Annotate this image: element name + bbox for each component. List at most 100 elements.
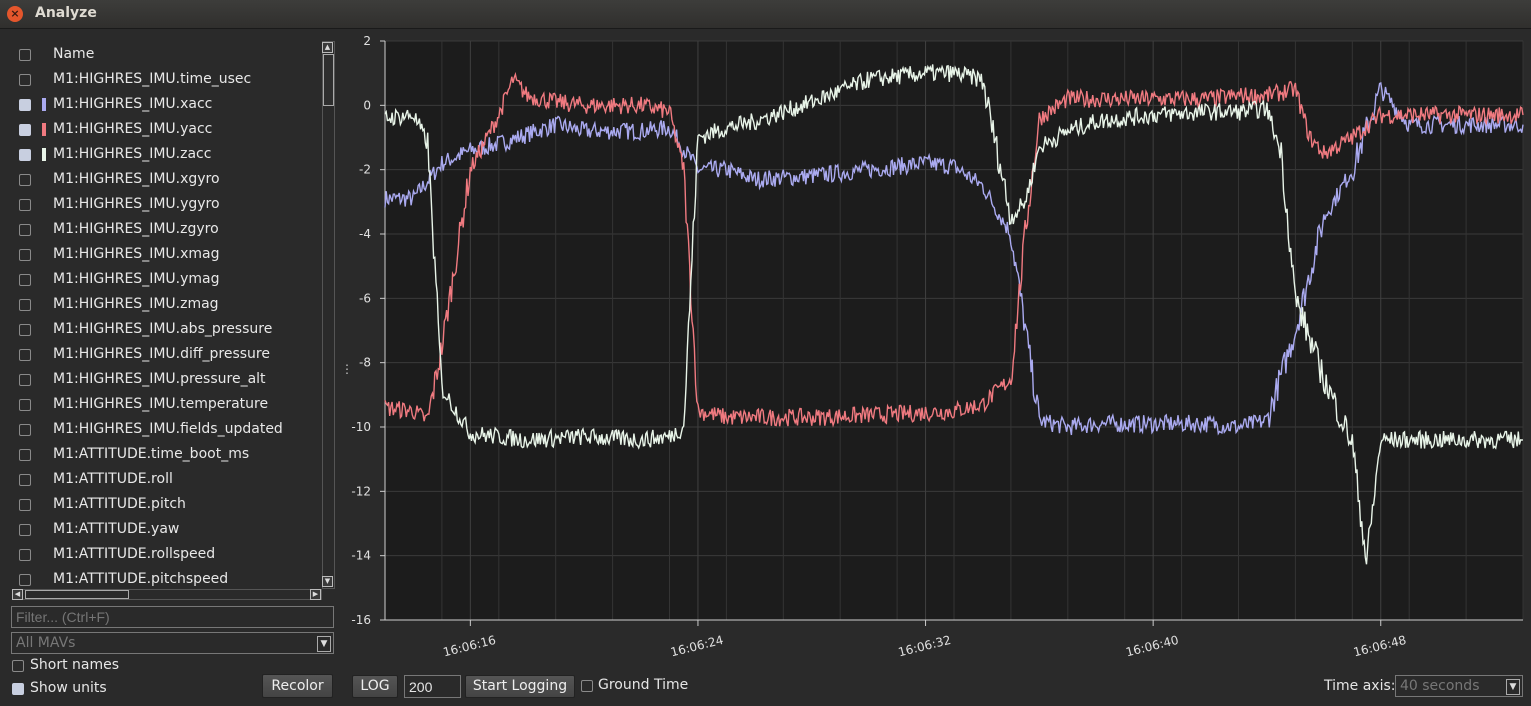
vertical-scroll-thumb[interactable] xyxy=(323,54,334,106)
splitter-handle-icon[interactable]: ⋮ xyxy=(341,362,353,376)
ground-time-label: Ground Time xyxy=(598,677,689,693)
series-checkbox[interactable] xyxy=(19,224,31,236)
start-logging-button[interactable]: Start Logging xyxy=(465,675,575,698)
close-icon[interactable]: × xyxy=(7,6,23,22)
y-tick-label: -16 xyxy=(351,613,371,627)
scroll-up-icon[interactable]: ▲ xyxy=(322,42,333,53)
scroll-down-icon[interactable]: ▼ xyxy=(322,576,333,587)
log-button[interactable]: LOG xyxy=(352,675,398,698)
series-name: M1:HIGHRES_IMU.ygyro xyxy=(53,196,220,212)
series-name: M1:HIGHRES_IMU.xgyro xyxy=(53,171,220,187)
x-tick-label: 16:06:32 xyxy=(897,633,953,660)
list-item[interactable]: M1:HIGHRES_IMU.abs_pressure xyxy=(11,317,321,342)
series-name: M1:HIGHRES_IMU.zmag xyxy=(53,296,219,312)
series-name: M1:ATTITUDE.pitch xyxy=(53,496,186,512)
list-item[interactable]: M1:HIGHRES_IMU.zmag xyxy=(11,292,321,317)
series-checkbox[interactable] xyxy=(19,174,31,186)
variable-list: Name M1:HIGHRES_IMU.time_usec M1:HIGHRES_… xyxy=(11,42,321,614)
y-tick-label: -6 xyxy=(359,291,371,305)
list-item[interactable]: M1:HIGHRES_IMU.time_usec xyxy=(11,67,321,92)
list-item[interactable]: M1:ATTITUDE.rollspeed xyxy=(11,542,321,567)
list-item[interactable]: M1:HIGHRES_IMU.temperature xyxy=(11,392,321,417)
list-item[interactable]: M1:HIGHRES_IMU.zacc xyxy=(11,142,321,167)
list-item[interactable]: M1:HIGHRES_IMU.ygyro xyxy=(11,192,321,217)
title-bar: × Analyze xyxy=(0,0,1531,29)
time-axis-value: 40 seconds xyxy=(1400,678,1480,694)
series-name: M1:HIGHRES_IMU.diff_pressure xyxy=(53,346,270,362)
series-checkbox[interactable] xyxy=(19,324,31,336)
window-title: Analyze xyxy=(35,5,97,21)
y-tick-label: -12 xyxy=(351,484,371,498)
line-chart: 2 0 -2 -4 -6 -8 -10 -12 -14 -16 16:06:16 16:06:24 16… xyxy=(351,34,1524,660)
series-checkbox[interactable] xyxy=(19,499,31,511)
series-checkbox[interactable] xyxy=(19,349,31,361)
list-item[interactable]: M1:HIGHRES_IMU.yacc xyxy=(11,117,321,142)
series-name: M1:HIGHRES_IMU.time_usec xyxy=(53,71,252,87)
series-checkbox[interactable] xyxy=(19,399,31,411)
series-checkbox[interactable] xyxy=(19,449,31,461)
recolor-button[interactable]: Recolor xyxy=(262,674,333,698)
list-item[interactable]: M1:ATTITUDE.time_boot_ms xyxy=(11,442,321,467)
horizontal-scrollbar[interactable] xyxy=(12,589,322,600)
series-checkbox[interactable] xyxy=(19,199,31,211)
list-item[interactable]: M1:ATTITUDE.yaw xyxy=(11,517,321,542)
series-checkbox[interactable] xyxy=(19,299,31,311)
series-name: M1:HIGHRES_IMU.xmag xyxy=(53,246,220,262)
mav-select-value: All MAVs xyxy=(16,635,76,651)
mav-select[interactable]: All MAVs ▼ xyxy=(11,632,334,654)
list-item[interactable]: M1:ATTITUDE.roll xyxy=(11,467,321,492)
bottom-toolbar: LOG Start Logging Ground Time Time axis:… xyxy=(345,668,1531,706)
list-item[interactable]: M1:HIGHRES_IMU.fields_updated xyxy=(11,417,321,442)
series-checkbox[interactable] xyxy=(19,74,31,86)
show-units-checkbox[interactable] xyxy=(12,683,24,695)
y-tick-label: -14 xyxy=(351,549,371,563)
time-axis-select[interactable]: 40 seconds ▼ xyxy=(1395,675,1523,697)
series-checkbox[interactable] xyxy=(19,424,31,436)
series-name: M1:HIGHRES_IMU.yacc xyxy=(53,121,213,137)
name-column-header[interactable]: Name xyxy=(53,42,94,67)
series-checkbox[interactable] xyxy=(19,474,31,486)
series-checkbox[interactable] xyxy=(19,549,31,561)
list-header: Name xyxy=(11,42,321,67)
x-tick-label: 16:06:24 xyxy=(669,633,725,660)
filter-input[interactable] xyxy=(11,606,334,628)
list-item[interactable]: M1:HIGHRES_IMU.xacc xyxy=(11,92,321,117)
logging-rate-input[interactable] xyxy=(404,675,461,698)
horizontal-scroll-thumb[interactable] xyxy=(25,590,129,599)
series-name: M1:ATTITUDE.time_boot_ms xyxy=(53,446,250,462)
plot-area[interactable]: ⋮ 2 0 -2 -4 -6 -8 -10 -12 -14 -16 16:06:16 16:06:24… xyxy=(341,28,1531,668)
series-checkbox[interactable] xyxy=(19,524,31,536)
list-item[interactable]: M1:HIGHRES_IMU.xmag xyxy=(11,242,321,267)
series-checkbox[interactable] xyxy=(19,374,31,386)
series-name: M1:HIGHRES_IMU.abs_pressure xyxy=(53,321,273,337)
series-color-swatch xyxy=(42,98,46,111)
list-item[interactable]: M1:HIGHRES_IMU.xgyro xyxy=(11,167,321,192)
series-checkbox[interactable] xyxy=(19,249,31,261)
list-item[interactable]: M1:HIGHRES_IMU.ymag xyxy=(11,267,321,292)
series-checkbox[interactable] xyxy=(19,99,31,111)
series-name: M1:HIGHRES_IMU.ymag xyxy=(53,271,220,287)
series-checkbox[interactable] xyxy=(19,149,31,161)
show-units-label: Show units xyxy=(30,680,107,696)
series-color-swatch xyxy=(42,148,46,161)
list-item[interactable]: M1:HIGHRES_IMU.pressure_alt xyxy=(11,367,321,392)
series-name: M1:HIGHRES_IMU.temperature xyxy=(53,396,269,412)
series-checkbox[interactable] xyxy=(19,124,31,136)
select-all-checkbox[interactable] xyxy=(19,49,31,61)
series-name: M1:HIGHRES_IMU.zacc xyxy=(53,146,212,162)
list-item[interactable]: M1:ATTITUDE.pitch xyxy=(11,492,321,517)
y-tick-label: -10 xyxy=(351,420,371,434)
series-checkbox[interactable] xyxy=(19,274,31,286)
list-item[interactable]: M1:HIGHRES_IMU.zgyro xyxy=(11,217,321,242)
vertical-scrollbar[interactable] xyxy=(322,41,335,589)
scroll-left-icon[interactable]: ◀ xyxy=(12,589,23,600)
scroll-right-icon[interactable]: ▶ xyxy=(310,589,321,600)
list-item[interactable]: M1:HIGHRES_IMU.diff_pressure xyxy=(11,342,321,367)
series-name: M1:HIGHRES_IMU.zgyro xyxy=(53,221,219,237)
x-tick-label: 16:06:16 xyxy=(442,633,498,660)
ground-time-checkbox[interactable] xyxy=(581,680,593,692)
short-names-checkbox[interactable] xyxy=(12,660,24,672)
series-name: M1:ATTITUDE.yaw xyxy=(53,521,180,537)
series-checkbox[interactable] xyxy=(19,574,31,586)
x-tick-label: 16:06:48 xyxy=(1352,633,1408,660)
